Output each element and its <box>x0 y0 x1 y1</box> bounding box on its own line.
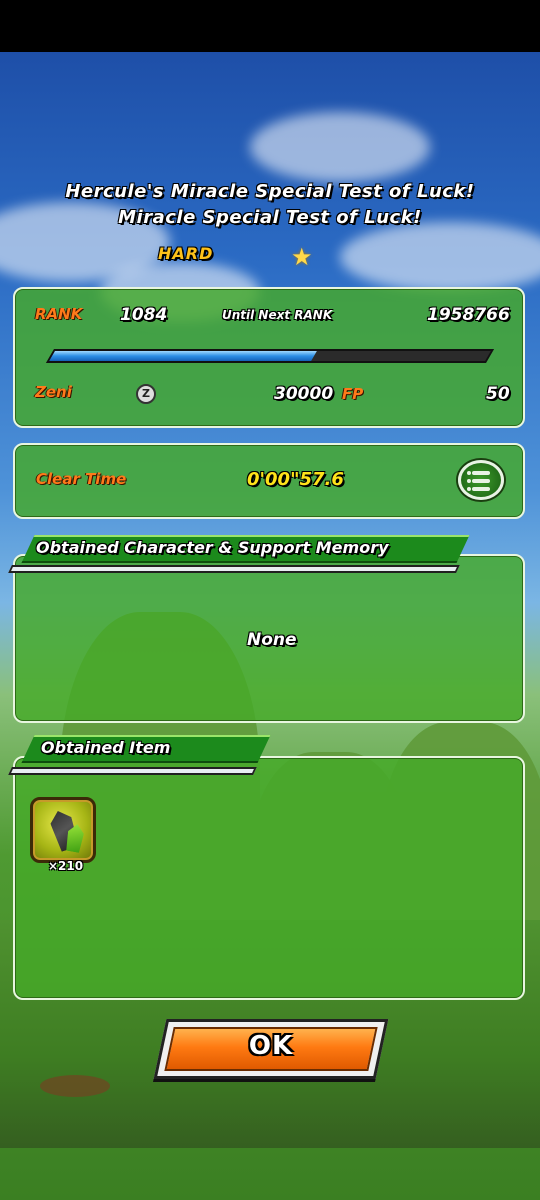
clear-time-value: 0'00"57.6 <box>247 469 344 490</box>
characters-empty-text: None <box>247 630 297 650</box>
star-icon: ★ <box>291 243 313 271</box>
fp-label: FP <box>342 385 364 403</box>
exp-progress-fill <box>49 351 317 361</box>
list-icon-dot <box>467 471 471 475</box>
ok-button-label[interactable]: OK <box>160 1031 382 1061</box>
zeni-coin-icon: Z <box>136 384 156 404</box>
section-header-underline <box>8 565 460 573</box>
rank-label: RANK <box>35 305 83 323</box>
list-icon-line <box>472 479 490 483</box>
section-header-underline <box>8 767 257 775</box>
until-next-rank-value: 1958766 <box>427 305 510 325</box>
items-section-title: Obtained Item <box>41 738 171 757</box>
dirt-patch <box>40 1075 110 1097</box>
item-quantity: ×210 <box>48 859 84 873</box>
difficulty-label: HARD <box>158 244 214 263</box>
items-panel <box>13 756 525 1000</box>
list-menu-button[interactable] <box>458 460 504 500</box>
rank-value: 1084 <box>120 305 168 325</box>
exp-progress-bar <box>45 349 495 363</box>
zeni-label: Zeni <box>35 383 72 401</box>
stage-title: Miracle Special Test of Luck! <box>118 207 422 228</box>
list-icon-dot <box>467 487 471 491</box>
quest-title: Hercule's Miracle Special Test of Luck! <box>65 181 475 202</box>
until-next-rank-label: Until Next RANK <box>222 308 333 322</box>
characters-section-title: Obtained Character & Support Memory <box>36 538 389 557</box>
list-icon-line <box>472 471 490 475</box>
zeni-value: 30000 <box>274 384 334 404</box>
list-icon-line <box>472 487 490 491</box>
clear-time-label: Clear Time <box>36 470 127 488</box>
cloud <box>340 222 540 292</box>
awakening-medal-icon[interactable] <box>30 797 96 863</box>
cloud <box>250 112 430 182</box>
fp-value: 50 <box>486 384 510 404</box>
list-icon-dot <box>467 479 471 483</box>
